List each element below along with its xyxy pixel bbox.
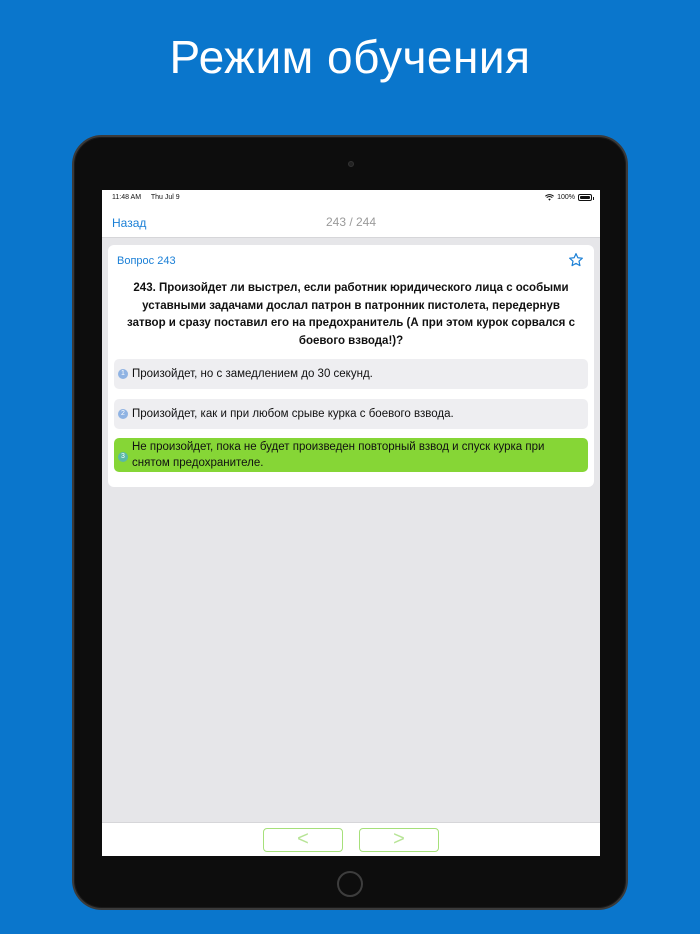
prev-button[interactable]: < — [263, 828, 343, 852]
answer-number-badge: 1 — [118, 369, 128, 379]
home-button[interactable] — [337, 871, 363, 897]
answer-text: Произойдет, но с замедлением до 30 секун… — [132, 368, 373, 380]
promo-headline: Режим обучения — [169, 31, 531, 83]
wifi-icon — [545, 193, 555, 201]
ipad-frame: 11:48 AM Thu Jul 9 100% Назад 243 / 244 … — [72, 135, 628, 910]
answer-option-3-correct[interactable]: 3 Не произойдет, пока не будет произведе… — [114, 438, 588, 472]
bottom-toolbar: < > — [102, 822, 600, 856]
nav-bar: Назад 243 / 244 — [102, 204, 600, 238]
status-bar: 11:48 AM Thu Jul 9 100% — [102, 190, 600, 204]
star-icon[interactable] — [568, 252, 584, 268]
answer-number-badge: 2 — [118, 409, 128, 419]
status-date: Thu Jul 9 — [150, 193, 180, 201]
answer-option-2[interactable]: 2 Произойдет, как и при любом срыве курк… — [114, 399, 588, 429]
question-counter: 243 / 244 — [325, 215, 377, 229]
question-text: 243. Произойдет ли выстрел, если работни… — [127, 282, 575, 347]
answer-option-1[interactable]: 1 Произойдет, но с замедлением до 30 сек… — [114, 359, 588, 389]
answer-text: Произойдет, как и при любом срыве курка … — [132, 408, 454, 420]
battery-icon — [578, 193, 594, 201]
status-time: 11:48 AM — [112, 193, 142, 201]
answer-number-badge: 3 — [118, 452, 128, 462]
answer-text: Не произойдет, пока не будет произведен … — [132, 441, 545, 469]
camera-dot — [348, 161, 354, 167]
next-button[interactable]: > — [359, 828, 439, 852]
battery-percent: 100% — [557, 193, 575, 201]
question-label: Вопрос 243 — [117, 255, 176, 267]
app-screen: 11:48 AM Thu Jul 9 100% Назад 243 / 244 … — [102, 190, 600, 856]
question-card: Вопрос 243 243. Произойдет ли выстрел, е… — [108, 245, 594, 487]
